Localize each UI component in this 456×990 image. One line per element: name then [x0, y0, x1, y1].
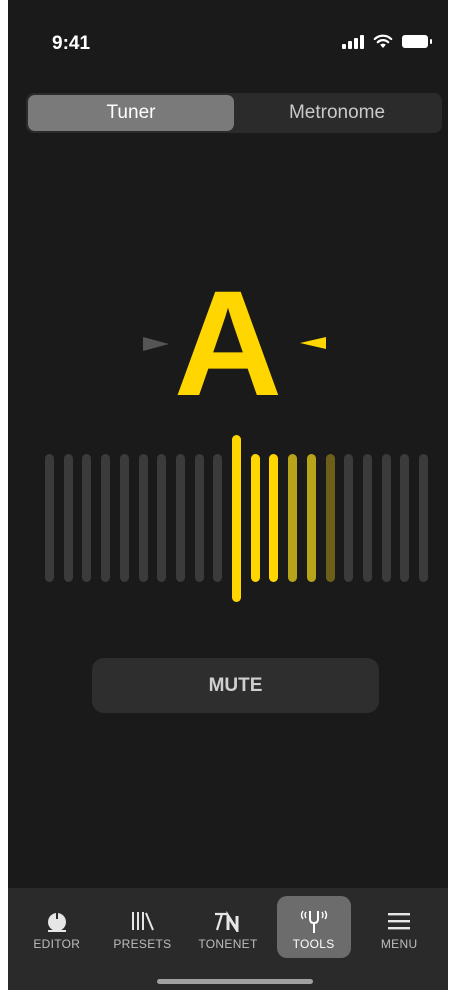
meter-tick: [64, 454, 73, 582]
meter-tick: [120, 454, 129, 582]
meter-tick: [157, 454, 166, 582]
meter-tick: [288, 454, 297, 582]
library-icon: [132, 912, 155, 931]
status-icons: [342, 34, 432, 49]
meter-tick: [400, 454, 409, 582]
meter-tick: [382, 454, 391, 582]
battery-icon: [402, 35, 432, 48]
meter-tick: [326, 454, 335, 582]
bottom-tab-bar: EDITOR PRESETS TONENET TOOLS MENU: [8, 888, 448, 990]
detected-note: A: [173, 259, 283, 427]
tuning-fork-icon: [300, 910, 327, 933]
meter-tick: [363, 454, 372, 582]
meter-tick: [419, 454, 428, 582]
mute-button[interactable]: MUTE: [92, 658, 379, 713]
tab-tonenet-label: TONENET: [198, 937, 258, 951]
meter-tick: [82, 454, 91, 582]
meter-tick: [269, 454, 278, 582]
tonenet-icon: [214, 910, 239, 932]
tab-menu[interactable]: MENU: [362, 896, 436, 958]
tab-tools[interactable]: TOOLS: [276, 896, 351, 958]
meter-tick: [101, 454, 110, 582]
sharp-indicator-arrow: [300, 337, 326, 349]
status-time: 9:41: [52, 33, 91, 54]
tab-editor[interactable]: EDITOR: [20, 896, 94, 958]
signal-icon: [342, 34, 364, 49]
tab-editor-label: EDITOR: [33, 937, 81, 951]
tuning-meter: [8, 430, 448, 610]
meter-tick: [195, 454, 204, 582]
tab-tools-label: TOOLS: [292, 937, 335, 951]
mode-segmented-control: Tuner Metronome: [26, 93, 442, 133]
tuner-screen: 9:41 Tuner Metronome A MUTE EDITOR PRESE…: [8, 0, 448, 990]
meter-tick: [45, 454, 54, 582]
home-indicator: [157, 979, 313, 984]
tab-presets-label: PRESETS: [113, 937, 172, 951]
hamburger-icon: [388, 913, 411, 930]
meter-tick: [176, 454, 185, 582]
tab-menu-label: MENU: [380, 937, 418, 951]
meter-tick: [307, 454, 316, 582]
meter-tick: [139, 454, 148, 582]
meter-tick: [251, 454, 260, 582]
meter-tick: [344, 454, 353, 582]
wifi-icon: [373, 34, 393, 48]
meter-tick: [213, 454, 222, 582]
knob-icon: [47, 913, 66, 932]
meter-center-tick: [232, 435, 241, 602]
segment-metronome[interactable]: Metronome: [234, 95, 440, 131]
status-bar: 9:41: [8, 0, 448, 80]
tab-presets[interactable]: PRESETS: [105, 896, 179, 958]
segment-tuner[interactable]: Tuner: [28, 95, 234, 131]
tab-tonenet[interactable]: TONENET: [191, 896, 265, 958]
